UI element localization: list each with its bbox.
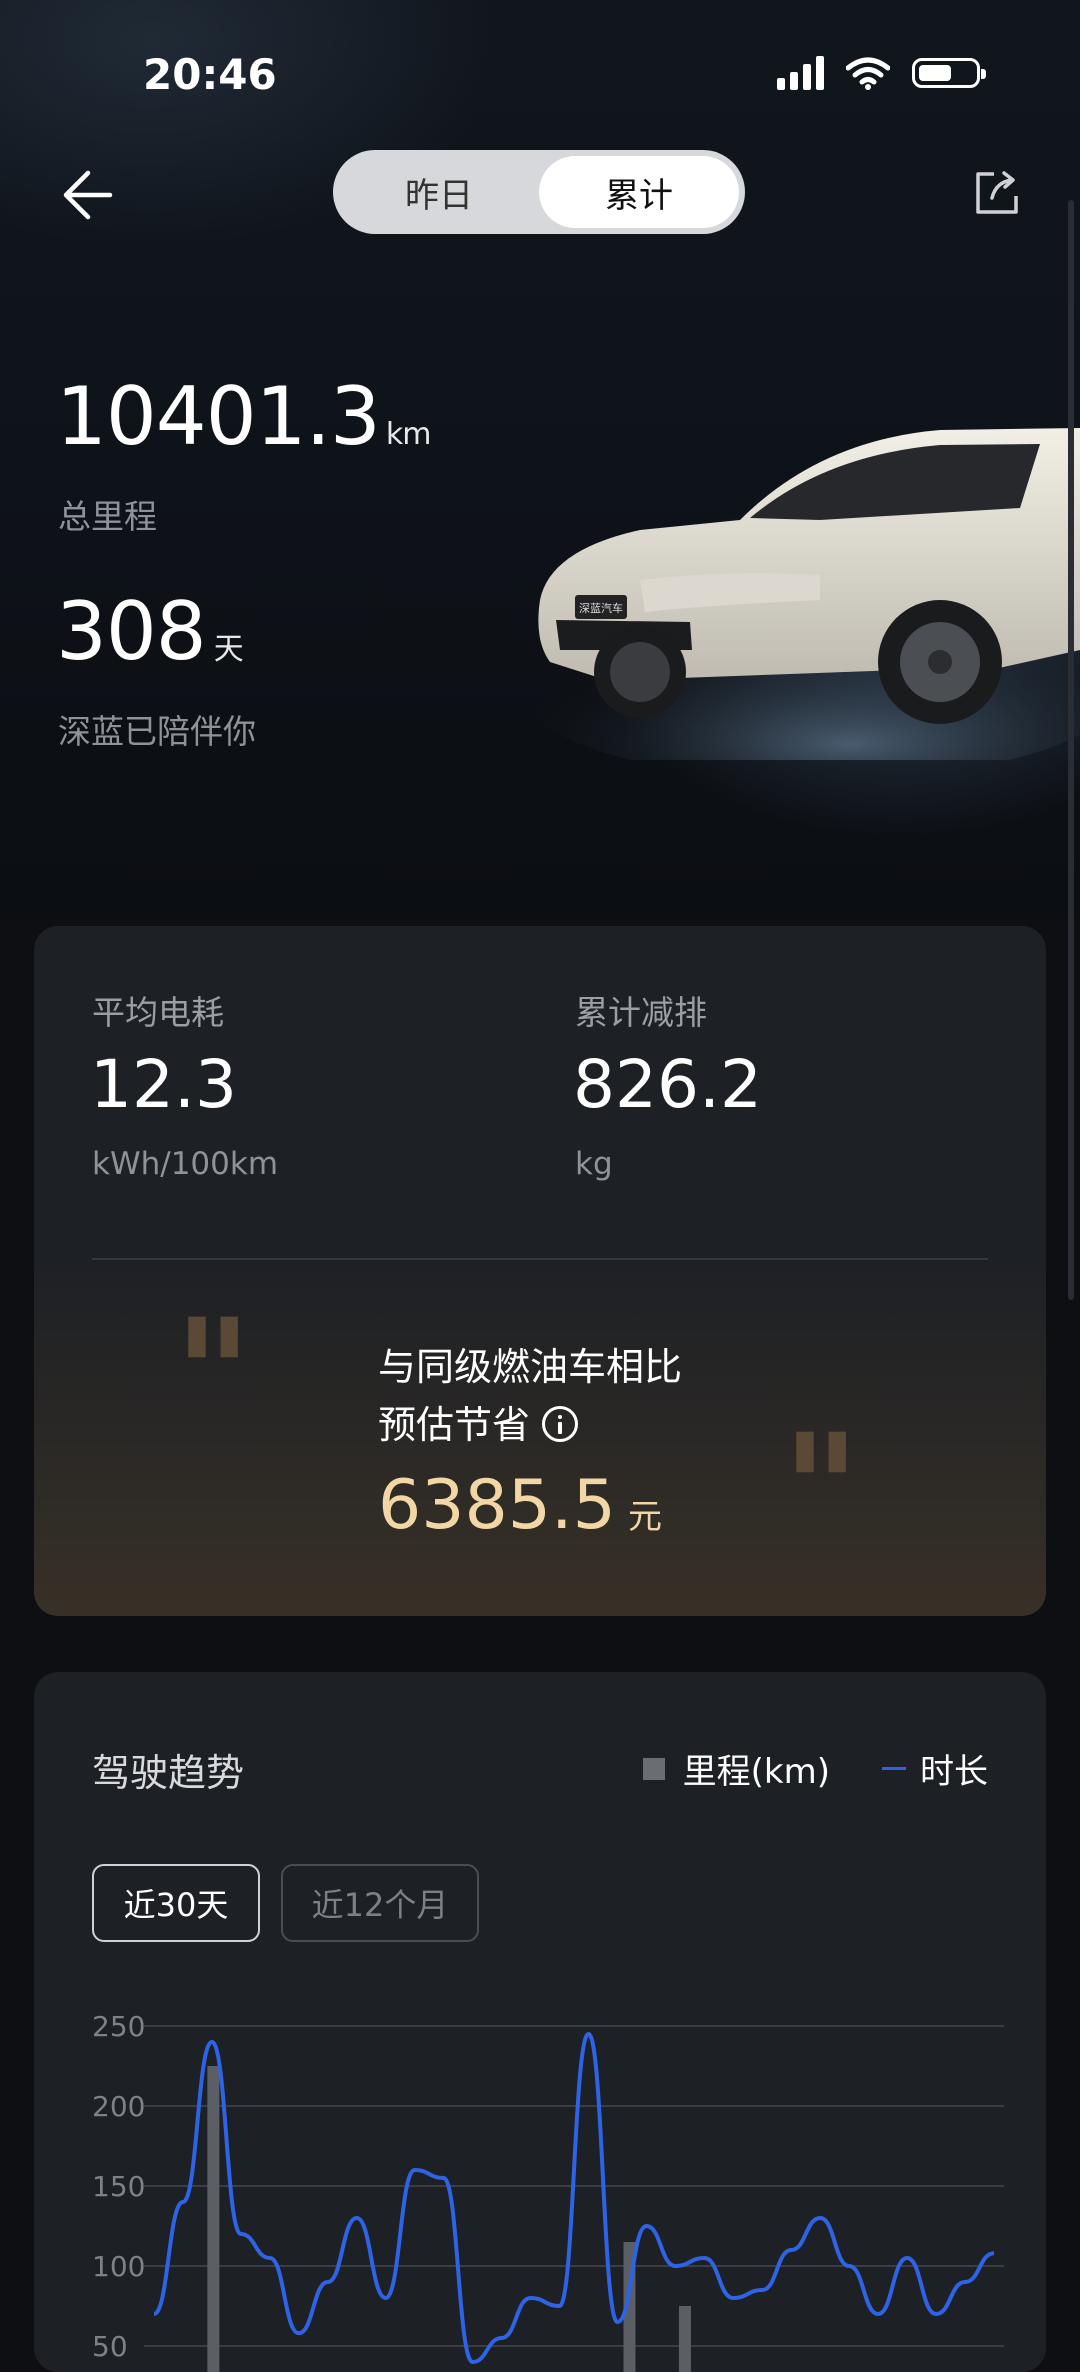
y-tick-label: 250 <box>92 2010 145 2043</box>
total-mileage-label: 总里程 <box>58 497 157 536</box>
chart-legend: 里程(km) 时长 <box>642 1744 988 1793</box>
range-tab-30-days[interactable]: 近30天 <box>92 1864 260 1942</box>
period-toggle: 昨日 累计 <box>333 150 745 234</box>
mileage-bar[interactable] <box>207 2066 220 2372</box>
days-label: 深蓝已陪伴你 <box>58 712 256 751</box>
y-tick-label: 50 <box>92 2330 128 2363</box>
legend-duration-swatch <box>882 1767 906 1770</box>
emission-value: 826.2 <box>573 1046 762 1123</box>
tab-yesterday[interactable]: 昨日 <box>339 156 539 228</box>
days-count: 308 天 <box>56 585 244 678</box>
quote-close-icon: " <box>782 1401 861 1577</box>
avg-consumption-unit: kWh/100km <box>92 1146 279 1182</box>
trend-chart: 250 200 150 100 50 <box>92 2010 1004 2372</box>
saving-label: 预估节省 <box>378 1394 579 1449</box>
signal-icon <box>777 56 824 90</box>
legend-mileage-swatch <box>642 1757 665 1780</box>
car-image: 深蓝汽车 <box>520 428 1080 760</box>
emission-label: 累计减排 <box>575 993 707 1032</box>
avg-consumption-value: 12.3 <box>90 1046 237 1123</box>
tab-cumulative[interactable]: 累计 <box>539 156 739 228</box>
avg-consumption-label: 平均电耗 <box>92 993 224 1032</box>
y-tick-label: 200 <box>92 2090 145 2123</box>
saving-amount: 6385.5 元 <box>378 1466 662 1545</box>
range-tab-12-months[interactable]: 近12个月 <box>281 1864 479 1942</box>
duration-line <box>152 2031 995 2365</box>
back-arrow-icon[interactable] <box>58 165 118 225</box>
days-value: 308 <box>56 585 207 678</box>
mileage-bar[interactable] <box>678 2306 691 2372</box>
compare-text: 与同级燃油车相比 <box>378 1345 683 1389</box>
status-icons <box>777 56 986 90</box>
status-time: 20:46 <box>143 50 277 99</box>
trend-card: 驾驶趋势 里程(km) 时长 近30天 近12个月 250 200 150 100 50 <box>34 1672 1046 2372</box>
quote-open-icon: " <box>174 1286 253 1462</box>
y-tick-label: 150 <box>92 2170 145 2203</box>
info-icon[interactable] <box>542 1405 579 1442</box>
battery-icon <box>912 58 986 88</box>
total-mileage-value: 10401.3 <box>56 370 381 463</box>
saving-unit: 元 <box>627 1497 662 1537</box>
wifi-icon <box>846 57 890 90</box>
scrollbar[interactable] <box>1068 200 1074 1300</box>
legend-mileage: 里程(km) <box>682 1752 830 1792</box>
emission-unit: kg <box>575 1146 613 1182</box>
total-mileage-unit: km <box>385 417 432 452</box>
trend-title: 驾驶趋势 <box>92 1751 245 1795</box>
days-unit: 天 <box>213 632 244 667</box>
share-icon[interactable] <box>972 168 1022 218</box>
efficiency-card: 平均电耗 12.3 kWh/100km 累计减排 826.2 kg " " 与同… <box>34 926 1046 1616</box>
y-tick-label: 100 <box>92 2250 145 2283</box>
saving-label-text: 预估节省 <box>378 1403 531 1447</box>
saving-value: 6385.5 <box>378 1466 616 1545</box>
legend-duration: 时长 <box>920 1752 988 1792</box>
divider <box>92 1258 988 1260</box>
total-mileage: 10401.3 km <box>56 370 432 463</box>
car-plate: 深蓝汽车 <box>579 601 623 615</box>
